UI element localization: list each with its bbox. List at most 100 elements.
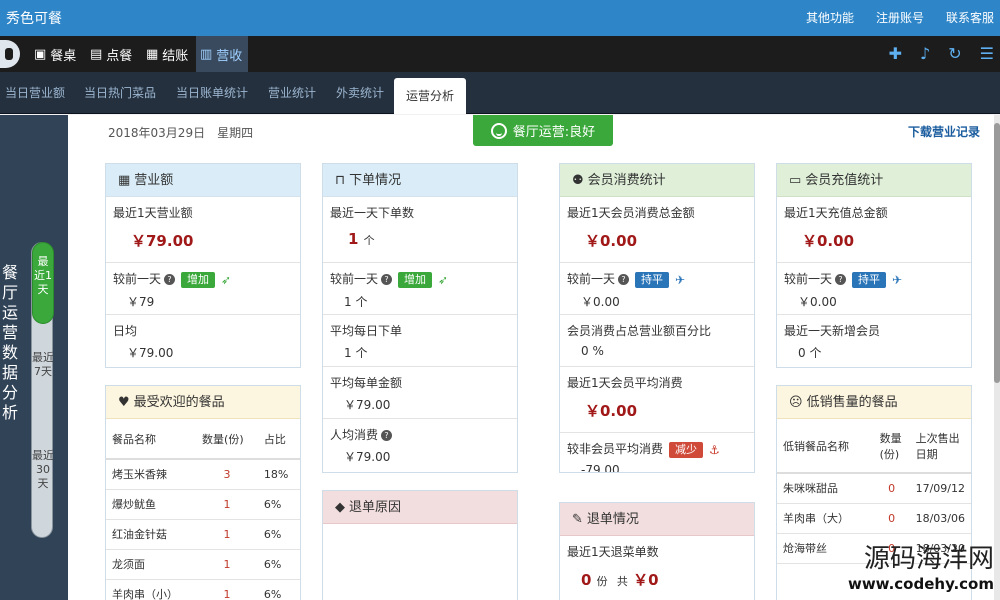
tab-daily-bills[interactable]: 当日账单统计: [176, 72, 248, 114]
member-recent-row: 最近1天会员消费总金额 ￥0.00: [560, 197, 754, 263]
top-link-register[interactable]: 注册账号: [876, 9, 924, 26]
stat-value: ￥0.00: [802, 232, 855, 250]
dish-qty: 3: [223, 467, 231, 481]
stat-value: ￥0.00: [585, 402, 638, 420]
stat-value: ￥79.00: [127, 346, 174, 360]
stat-label: 最近1天退菜单数: [567, 545, 659, 559]
nav-item-checkout[interactable]: ▦ 结账: [142, 36, 192, 72]
stat-value: 1: [348, 230, 359, 248]
help-icon[interactable]: ?: [835, 274, 847, 285]
help-icon[interactable]: ?: [381, 430, 393, 441]
panel-title: 会员充值统计: [805, 173, 884, 188]
dish-qty: 0: [888, 511, 896, 525]
stat-label: 最近1天会员平均消费: [567, 376, 683, 390]
panel-title: 营业额: [134, 173, 174, 188]
member-recharge-panel: ▭ 会员充值统计 最近1天充值总金额 ￥0.00 较前一天? 持平 ✈ ￥0.00 最…: [776, 163, 972, 368]
download-records-link[interactable]: 下载营业记录: [908, 123, 980, 140]
recharge-recent-row: 最近1天充值总金额 ￥0.00: [777, 197, 971, 263]
refunds-panel: ✎ 退单情况 最近1天退菜单数 0 份 共 ￥0: [559, 502, 755, 600]
member-consumption-panel: ⚉ 会员消费统计 最近1天会员消费总金额 ￥0.00 较前一天? 持平 ✈ ￥0.00…: [559, 163, 755, 473]
stat-label: 最近一天下单数: [330, 206, 415, 220]
table-row: 羊肉串（大） 0 18/03/06: [777, 503, 971, 533]
refund-count-unit: 份: [596, 575, 608, 588]
range-30-days[interactable]: 最近30天: [32, 445, 54, 491]
top-link-support[interactable]: 联系客服: [946, 9, 994, 26]
help-icon[interactable]: ?: [164, 274, 176, 285]
nav-label: 餐桌: [50, 48, 77, 64]
stat-value: 0 个: [798, 346, 822, 360]
panel-title: 会员消费统计: [587, 173, 666, 188]
nav-label: 营收: [216, 48, 243, 64]
eraser-icon: ◆: [335, 500, 345, 515]
table-icon: ▣: [34, 46, 47, 62]
rocket-icon: ➶: [221, 272, 232, 287]
status-badge: 增加: [181, 271, 216, 288]
orders-recent-row: 最近一天下单数 1 个: [323, 197, 517, 263]
stat-value: -79.00: [581, 462, 620, 473]
orders-per-person-row: 人均消费? ￥79.00: [323, 419, 517, 471]
tab-daily-revenue[interactable]: 当日营业额: [5, 72, 65, 114]
panel-header: ✎ 退单情况: [560, 503, 754, 536]
smile-icon: [490, 122, 507, 139]
rocket-icon: ➶: [438, 272, 449, 287]
calculator-icon: ▦: [146, 46, 159, 62]
table-row: 烤玉米香辣 3 18%: [106, 459, 300, 489]
nav-item-order[interactable]: ▤ 点餐: [86, 36, 136, 72]
last-sold-date: 17/09/12: [915, 481, 965, 495]
stat-unit: 个: [363, 234, 375, 247]
status-text: 餐厅运营:良好: [512, 125, 596, 140]
watermark: 源码海洋网 www.codehy.com: [848, 538, 994, 593]
refund-total-label: 共: [616, 575, 628, 588]
top-bar: 秀色可餐 其他功能 注册账号 联系客服: [0, 0, 1000, 36]
dish-name: 烤玉米香辣: [112, 468, 167, 482]
menu-icon[interactable]: ☰: [980, 44, 994, 63]
dish-pct: 6%: [263, 587, 282, 600]
tab-daily-popular[interactable]: 当日热门菜品: [84, 72, 156, 114]
column-header: 餐品名称: [112, 432, 156, 446]
panel-header: ◆ 退单原因: [323, 491, 517, 524]
orders-avg-amount-row: 平均每单金额 ￥79.00: [323, 367, 517, 419]
dish-pct: 6%: [263, 557, 282, 571]
tab-business-stats[interactable]: 营业统计: [268, 72, 316, 114]
recharge-compare-row: 较前一天? 持平 ✈ ￥0.00: [777, 263, 971, 315]
help-icon[interactable]: ?: [381, 274, 393, 285]
scrollbar[interactable]: [994, 115, 1000, 600]
dish-qty: 1: [223, 587, 231, 600]
member-compare-row: 较前一天? 持平 ✈ ￥0.00: [560, 263, 754, 315]
revenue-daily-row: 日均 ￥79.00: [106, 315, 300, 367]
stat-label: 日均: [113, 324, 138, 338]
stat-value: ￥79.00: [131, 232, 194, 250]
panel-title: 退单原因: [349, 500, 402, 515]
nav-item-revenue[interactable]: ▥ 营收: [196, 36, 248, 72]
tab-takeout-stats[interactable]: 外卖统计: [336, 72, 384, 114]
stat-label: 平均每单金额: [330, 376, 403, 390]
range-7-days[interactable]: 最近7天: [32, 347, 54, 379]
column-header: 数量(份): [202, 432, 244, 446]
dish-qty: 1: [223, 497, 231, 511]
status-badge: 持平: [635, 271, 670, 288]
bar-chart-icon: ▥: [200, 46, 213, 62]
calculator-icon: ▦: [118, 173, 131, 188]
refund-total-value: ￥0: [633, 571, 659, 589]
popular-dishes-table: 餐品名称 数量(份) 占比 烤玉米香辣 3 18% 爆炒鱿鱼 1 6% 红油金针菇 1 6%…: [106, 419, 300, 600]
dish-pct: 6%: [263, 497, 282, 511]
panel-title: 退单情况: [586, 512, 639, 527]
gift-icon[interactable]: ✚: [889, 44, 902, 63]
top-link-other[interactable]: 其他功能: [806, 9, 854, 26]
stat-label: 平均每日下单: [330, 324, 403, 338]
recharge-new-row: 最近一天新增会员 0 个: [777, 315, 971, 367]
panel-header: ☹ 低销售量的餐品: [777, 386, 971, 419]
dish-qty: 0: [888, 481, 896, 495]
refunds-row: 最近1天退菜单数 0 份 共 ￥0: [560, 536, 754, 600]
last-sold-date: 18/03/06: [915, 511, 965, 525]
tab-operation-analysis[interactable]: 运营分析: [394, 78, 467, 114]
nav-item-tables[interactable]: ▣ 餐桌: [30, 36, 80, 72]
range-1-day[interactable]: 最近1天: [32, 242, 54, 324]
dish-qty: 1: [223, 527, 231, 541]
refresh-icon[interactable]: ↻: [948, 44, 961, 63]
help-icon[interactable]: ?: [618, 274, 630, 285]
panel-title: 下单情况: [349, 173, 402, 188]
table-row: 朱咪咪甜品 0 17/09/12: [777, 473, 971, 503]
stat-label: 会员消费占总营业额百分比: [567, 324, 712, 338]
bell-icon[interactable]: ♪: [920, 44, 930, 63]
